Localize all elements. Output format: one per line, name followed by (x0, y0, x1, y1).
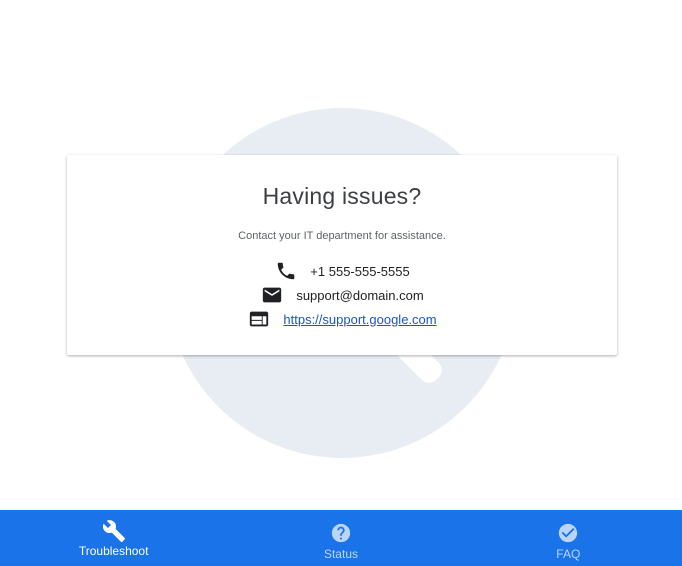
support-card: Having issues? Contact your IT departmen… (67, 155, 617, 355)
contact-website: https://support.google.com (247, 307, 437, 331)
nav-faq[interactable]: FAQ (498, 510, 638, 566)
contact-email: support@domain.com (260, 283, 424, 307)
email-icon (260, 283, 284, 307)
nav-label-faq: FAQ (556, 547, 581, 561)
card-title: Having issues? (262, 183, 422, 209)
help-circle-icon (329, 521, 353, 545)
page: Having issues? Contact your IT departmen… (0, 0, 682, 566)
support-link[interactable]: https://support.google.com (283, 312, 436, 327)
nav-label-status: Status (323, 547, 358, 561)
web-icon (247, 307, 271, 331)
nav-status[interactable]: Status (271, 510, 411, 566)
nav-label-troubleshoot: Troubleshoot (78, 544, 149, 558)
email-address: support@domain.com (296, 287, 424, 303)
contact-list: +1 555-555-5555 support@domain.com https… (67, 259, 617, 331)
check-circle-icon (556, 521, 580, 545)
nav-troubleshoot[interactable]: Troubleshoot (44, 510, 184, 566)
contact-phone: +1 555-555-5555 (274, 259, 410, 283)
card-subtitle: Contact your IT department for assistanc… (238, 230, 446, 242)
phone-number: +1 555-555-5555 (310, 263, 410, 279)
wrench-icon (102, 519, 126, 543)
bottom-navigation: Troubleshoot Status FAQ (0, 510, 682, 566)
phone-icon (274, 259, 298, 283)
